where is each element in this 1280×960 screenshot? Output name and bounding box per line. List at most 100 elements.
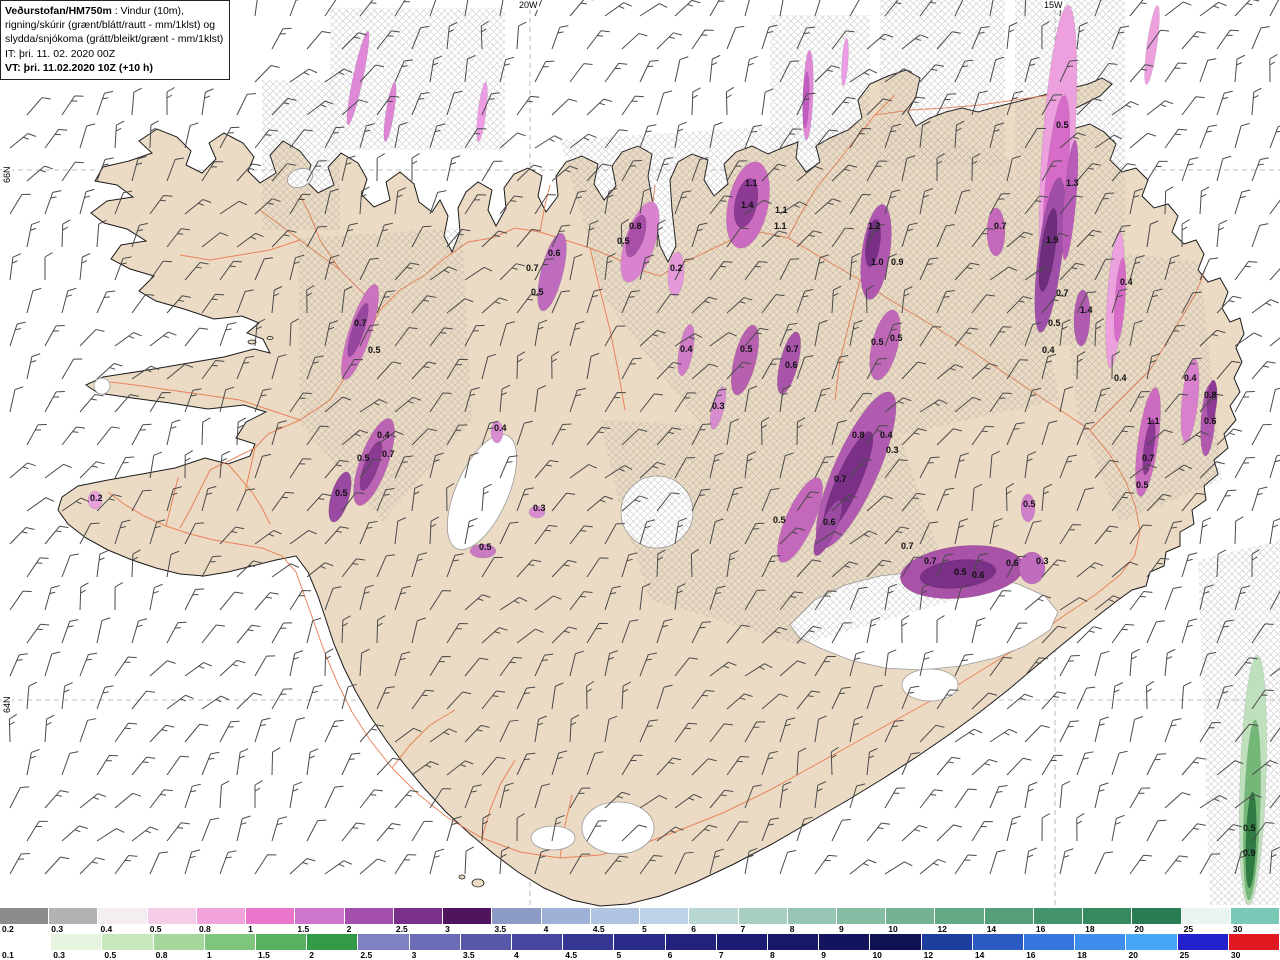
colorbar-cell bbox=[307, 934, 359, 950]
colorbar-tick-label: 9 bbox=[821, 950, 826, 960]
precip-value-label: 0.8 bbox=[852, 430, 865, 440]
precip-value-label: 0.7 bbox=[526, 263, 539, 273]
colorbar-cell bbox=[1075, 934, 1127, 950]
colorbar-tick-label: 0.5 bbox=[104, 950, 117, 960]
colorbar-tick-label: 30 bbox=[1230, 950, 1241, 960]
title-line-1: Veðurstofan/HM750m : Vindur (10m), bbox=[5, 5, 184, 17]
colorbar-tick-label: 4.5 bbox=[592, 924, 605, 934]
precip-value-label: 0.5 bbox=[1136, 480, 1149, 490]
colorbar-tick-label: 0.3 bbox=[53, 950, 66, 960]
colorbar-tick-label: 30 bbox=[1232, 924, 1243, 934]
colorbar-cell bbox=[716, 934, 769, 950]
init-time: IT: þri. 11. 02. 2020 00Z bbox=[5, 47, 116, 60]
colorbar-tick-label: 0.3 bbox=[51, 924, 64, 934]
colorbar-cell bbox=[98, 908, 148, 924]
colorbar-cell bbox=[972, 934, 1025, 950]
colorbar-sleet-snow bbox=[0, 908, 1280, 924]
colorbar-tick-label: 4.5 bbox=[565, 950, 578, 960]
precip-value-label: 0.5 bbox=[890, 333, 903, 343]
precip-value-label: 0.5 bbox=[335, 488, 348, 498]
colorbar-tick-label: 2 bbox=[309, 950, 314, 960]
colorbar-cell bbox=[492, 908, 542, 924]
precip-value-label: 1.4 bbox=[741, 200, 754, 210]
precip-value-label: 0.5 bbox=[617, 236, 630, 246]
precip-value-label: 0.5 bbox=[740, 344, 753, 354]
precip-value-label: 1.1 bbox=[1147, 416, 1160, 426]
precip-value-label: 0.5 bbox=[871, 337, 884, 347]
colorbar-cell bbox=[640, 908, 690, 924]
colorbar-cell bbox=[1228, 934, 1280, 950]
colorbar-tick-label: 1 bbox=[248, 924, 253, 934]
colorbar-tick-label: 5 bbox=[642, 924, 647, 934]
precip-value-label: 0.3 bbox=[886, 445, 899, 455]
colorbar-rain bbox=[0, 934, 1280, 950]
precip-value-label: 0.4 bbox=[1114, 373, 1127, 383]
precip-value-label: 0.7 bbox=[901, 541, 914, 551]
colorbar-tick-label: 25 bbox=[1183, 924, 1194, 934]
colorbar-tick-label: 1 bbox=[206, 950, 212, 960]
colorbar-cell bbox=[590, 908, 641, 924]
title-line-2: rigning/skúrir (grænt/blátt/rautt - mm/1… bbox=[5, 19, 216, 32]
precip-value-label: 0.6 bbox=[823, 517, 836, 527]
colorbar-cell bbox=[921, 934, 973, 950]
precip-value-label: 0.7 bbox=[994, 221, 1007, 231]
precip-value-label: 0.3 bbox=[533, 503, 546, 513]
colorbar-tick-label: 4 bbox=[514, 950, 519, 960]
colorbar-cell bbox=[1132, 908, 1182, 924]
precip-value-label: 0.6 bbox=[1204, 416, 1217, 426]
colorbar-tick-label: 10 bbox=[888, 924, 898, 934]
precip-value-label: 0.9 bbox=[891, 257, 904, 267]
precip-value-label: 1.2 bbox=[868, 221, 881, 231]
colorbar-cell bbox=[358, 934, 410, 950]
precip-value-label: 0.4 bbox=[880, 430, 893, 440]
precip-value-label: 0.7 bbox=[786, 344, 799, 354]
colorbar-tick-label: 14 bbox=[986, 924, 997, 934]
colorbar-cell bbox=[1181, 908, 1231, 924]
precip-value-label: 0.7 bbox=[1056, 288, 1069, 298]
colorbar-cell bbox=[512, 934, 564, 950]
precip-value-label: 0.7 bbox=[354, 318, 367, 328]
precip-value-label: 1.9 bbox=[1046, 235, 1059, 245]
precip-value-label: 1.1 bbox=[774, 221, 787, 231]
precip-value-label: 0.6 bbox=[785, 360, 798, 370]
precip-value-label: 0.5 bbox=[954, 567, 967, 577]
colorbar-tick-label: 2 bbox=[346, 924, 352, 934]
iceland-weather-map: 0.5 1.3 1.9 0.7 0.7 0.4 1.4 0.5 0.4 0.4 1.1 1.4 1.1 1… bbox=[0, 0, 1280, 908]
precip-cell bbox=[986, 207, 1006, 257]
precip-value-label: 0.4 bbox=[1120, 277, 1133, 287]
colorbar-cell bbox=[295, 908, 345, 924]
colorbar-tick-label: 12 bbox=[923, 950, 934, 960]
colorbar-cell bbox=[984, 908, 1034, 924]
colorbar-tick-label: 9 bbox=[838, 924, 844, 934]
colorbar-cell bbox=[1083, 908, 1133, 924]
colorbar-cell bbox=[563, 934, 615, 950]
precip-value-label: 0.5 bbox=[479, 542, 492, 552]
precip-value-label: 0.7 bbox=[834, 474, 847, 484]
colorbar-cell bbox=[147, 908, 197, 924]
colorbar-tick-label: 7 bbox=[718, 950, 724, 960]
colorbar-legend: 0.2 0.3 0.4 0.5 0.8 1 1.5 2 2.5 3 3.5 4 4.5 5 6 7 8 9 10 12… bbox=[0, 908, 1280, 960]
colorbar-cell bbox=[443, 908, 493, 924]
colorbar-cell bbox=[460, 934, 513, 950]
colorbar-tick-label: 0.5 bbox=[149, 924, 162, 934]
precip-value-label: 0.2 bbox=[90, 493, 103, 503]
colorbar-cell bbox=[541, 908, 591, 924]
colorbar-tick-label: 0.8 bbox=[155, 950, 168, 960]
precip-value-label: 0.2 bbox=[670, 263, 683, 273]
precip-value-label: 0.5 bbox=[773, 515, 786, 525]
colorbar-tick-label: 6 bbox=[667, 950, 673, 960]
colorbar-cell bbox=[1033, 908, 1084, 924]
colorbar-tick-label: 20 bbox=[1134, 924, 1144, 934]
colorbar-cell bbox=[204, 934, 257, 950]
colorbar-tick-label: 0.4 bbox=[100, 924, 113, 934]
colorbar-tick-label: 1.5 bbox=[297, 924, 310, 934]
precip-value-label: 0.6 bbox=[972, 570, 985, 580]
colorbar-tick-label: 20 bbox=[1128, 950, 1138, 960]
colorbar-cell bbox=[1177, 934, 1229, 950]
model-name: Veðurstofan/HM750m bbox=[5, 5, 112, 17]
colorbar-tick-label: 14 bbox=[974, 950, 985, 960]
colorbar-tick-label: 12 bbox=[937, 924, 947, 934]
colorbar-cell bbox=[246, 908, 296, 924]
lon-label-15w: 15W bbox=[1043, 0, 1064, 10]
colorbar-tick-label: 0.8 bbox=[198, 924, 211, 934]
